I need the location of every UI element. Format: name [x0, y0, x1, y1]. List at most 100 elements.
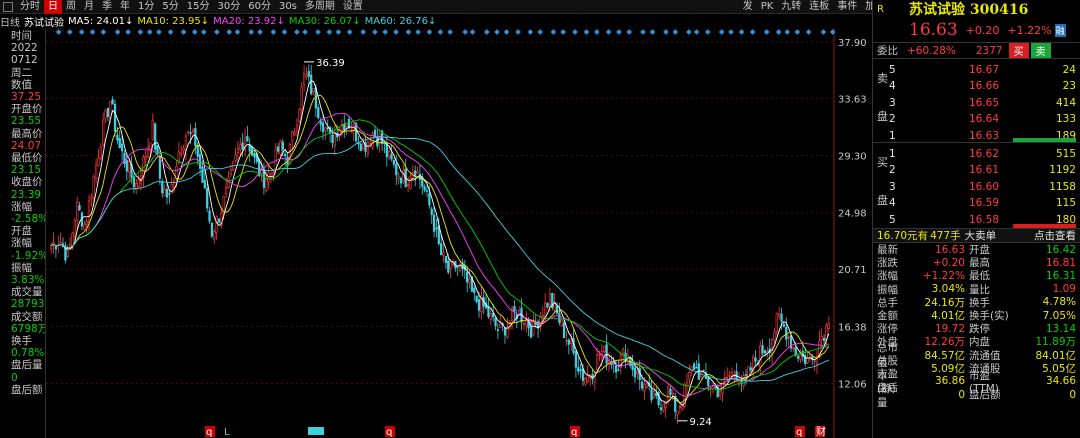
toolbar-button-4[interactable]: 事件: [833, 0, 861, 14]
event-marker-icon: [640, 29, 646, 35]
period-tab-2[interactable]: 周: [62, 0, 80, 14]
event-marker-icon: [583, 29, 590, 35]
big-order-amount: 16.70元有: [877, 230, 929, 242]
event-marker-icon: [728, 29, 734, 35]
period-tab-11[interactable]: 30s: [275, 0, 301, 14]
candle-body: [432, 214, 436, 232]
event-marker-icon: [382, 29, 389, 35]
bottom-marker: L: [224, 427, 230, 438]
candle-body: [532, 321, 535, 336]
candle-body: [281, 141, 284, 151]
period-tab-12[interactable]: 多周期: [301, 0, 339, 14]
book-side-char: 卖: [877, 72, 888, 85]
book-level[interactable]: 4 16.59 115: [889, 195, 1080, 212]
candle-body: [125, 160, 128, 172]
level-price: 16.64: [968, 113, 999, 125]
margin-tag: 融: [1054, 23, 1066, 37]
candle-body: [574, 351, 578, 368]
event-marker-icon: [693, 29, 700, 35]
candle-body: [378, 133, 381, 143]
toolbar-button-1[interactable]: PK: [757, 0, 778, 14]
toolbar-button-2[interactable]: 九转: [777, 0, 805, 14]
bottom-marker: 财: [816, 425, 826, 438]
period-tab-8[interactable]: 15分: [183, 0, 214, 14]
kline-chart[interactable]: 37.90 33.63 29.30 24.98 20.71 16.38 12.06 36.39…: [46, 28, 870, 438]
event-marker-icon: [560, 29, 566, 35]
level-price: 16.61: [968, 164, 999, 176]
candle-body: [707, 377, 710, 386]
candle-body: [224, 187, 228, 195]
candle-body: [87, 200, 91, 223]
candle-body: [529, 326, 533, 338]
candle-body: [85, 221, 88, 226]
candle-body: [246, 135, 249, 142]
book-side-label: 买盘: [877, 153, 889, 229]
period-tab-0[interactable]: 分时: [16, 0, 44, 14]
candle-body: [506, 327, 509, 338]
period-tab-6[interactable]: 1分: [134, 0, 158, 14]
info-line: -1.92%: [11, 249, 46, 262]
big-order-bar[interactable]: 16.70元有 477手 大卖单 点击查看: [873, 228, 1080, 242]
big-order-action[interactable]: 点击查看: [1034, 228, 1080, 243]
candle-body: [458, 266, 462, 271]
candle-body: [388, 151, 391, 159]
period-tab-7[interactable]: 5分: [158, 0, 182, 14]
info-line: 24.07: [11, 139, 42, 152]
book-level[interactable]: 3 16.60 1158: [889, 178, 1080, 195]
event-marker-icon: [626, 29, 633, 35]
book-level[interactable]: 3 16.65 414: [889, 94, 1080, 111]
candle-body: [596, 354, 599, 370]
candle-body: [191, 129, 195, 132]
period-tab-13[interactable]: 设置: [339, 0, 367, 14]
toolbar-button-0[interactable]: 发: [739, 0, 757, 14]
book-level[interactable]: 4 16.66 23: [889, 78, 1080, 95]
period-tab-4[interactable]: 季: [98, 0, 116, 14]
book-level[interactable]: 2 16.61 1192: [889, 162, 1080, 179]
book-level[interactable]: 2 16.64 133: [889, 111, 1080, 128]
period-tab-9[interactable]: 30分: [213, 0, 244, 14]
event-marker-icon: [469, 29, 476, 35]
candle-body: [310, 74, 313, 95]
buy-button[interactable]: 买: [1008, 43, 1029, 58]
period-tab-10[interactable]: 60分: [244, 0, 275, 14]
event-marker-icon: [738, 29, 745, 35]
candle-body: [215, 216, 218, 233]
candle-body: [118, 138, 121, 148]
sell-button[interactable]: 卖: [1030, 43, 1051, 58]
period-tab-5[interactable]: 年: [116, 0, 134, 14]
candle-body: [123, 152, 126, 164]
event-marker-icon: [66, 29, 73, 35]
menu-icon[interactable]: [3, 1, 13, 12]
candle-body: [640, 381, 644, 389]
candle-body: [146, 146, 150, 158]
toolbar-button-3[interactable]: 连板: [805, 0, 833, 14]
weibi-label: 委比: [877, 45, 898, 57]
book-level[interactable]: 1 16.62 515: [889, 145, 1080, 162]
candle-body: [614, 365, 618, 373]
y-tick-label: 24.98: [838, 209, 867, 220]
candle-body: [154, 123, 157, 150]
candle-body: [291, 131, 294, 142]
event-marker-icon: [686, 29, 692, 35]
event-marker-icon: [315, 29, 321, 35]
candle-body: [430, 208, 433, 216]
event-marker-icon: [100, 29, 107, 35]
candle-body: [362, 142, 365, 149]
level-price: 16.59: [968, 197, 999, 209]
period-tab-3[interactable]: 月: [80, 0, 98, 14]
candle-body: [645, 383, 648, 388]
event-marker-icon: [616, 29, 622, 35]
candle-body: [718, 390, 722, 396]
candle-body: [584, 377, 587, 385]
kline-svg[interactable]: 37.90 33.63 29.30 24.98 20.71 16.38 12.06 36.39…: [46, 28, 870, 438]
candle-body: [728, 375, 731, 377]
event-marker-icon: [718, 29, 725, 35]
candle-body: [496, 329, 500, 331]
event-marker-icon: [346, 29, 353, 35]
level-no: 1: [889, 129, 896, 142]
candle-body: [475, 295, 478, 303]
info-line: 23.15: [11, 164, 42, 177]
period-tab-1[interactable]: 日: [44, 0, 62, 14]
candle-body: [324, 127, 327, 131]
book-level[interactable]: 5 16.67 24: [889, 61, 1080, 78]
